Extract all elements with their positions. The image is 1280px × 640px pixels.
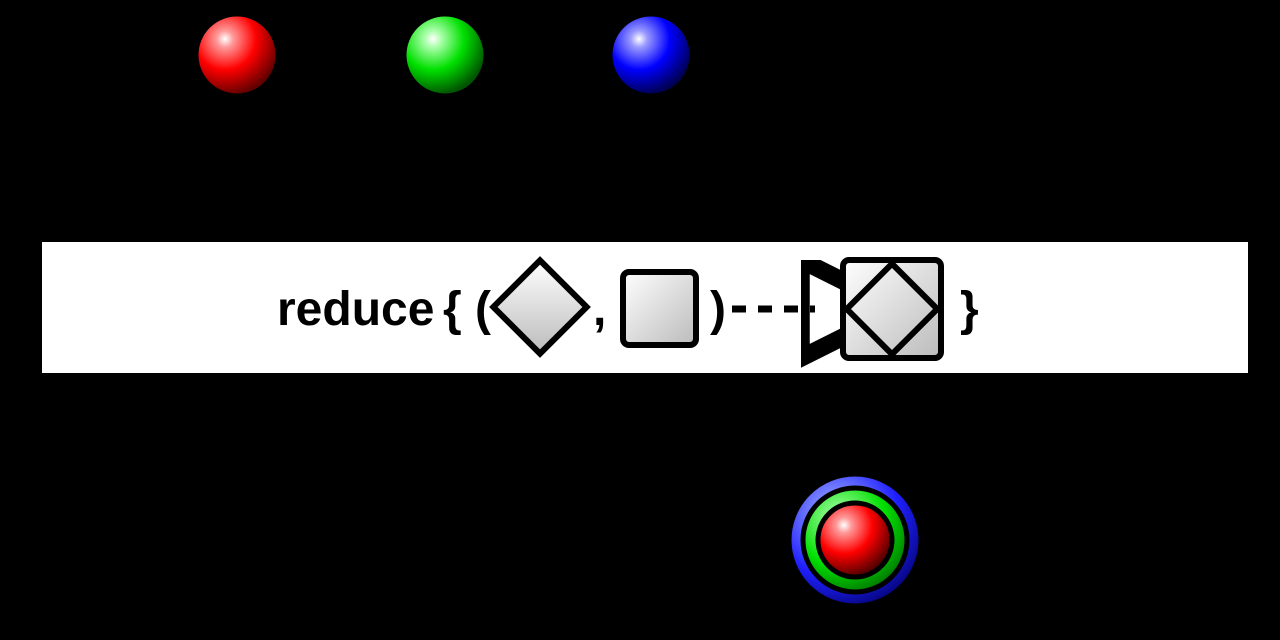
- sig-end: }: [960, 283, 979, 336]
- sig-close-args: ): [710, 283, 726, 336]
- dashed-links-in: [237, 98, 763, 260]
- param-item-square-icon: [623, 272, 696, 345]
- diagram-svg: reduce { ( , ) }: [0, 0, 1280, 640]
- input-marble-red: [197, 15, 277, 95]
- output-marble: [790, 475, 920, 605]
- output-timeline: [110, 510, 1230, 570]
- operator-box: reduce { ( , ) }: [40, 240, 1250, 375]
- result-shape-icon: [843, 260, 941, 358]
- sig-open: { (: [443, 283, 491, 336]
- sig-comma: ,: [593, 283, 606, 336]
- input-marble-green: [405, 15, 485, 95]
- operator-name: reduce: [277, 283, 434, 336]
- marble-diagram: reduce { ( , ) }: [0, 0, 1280, 640]
- input-marble-blue: [611, 15, 691, 95]
